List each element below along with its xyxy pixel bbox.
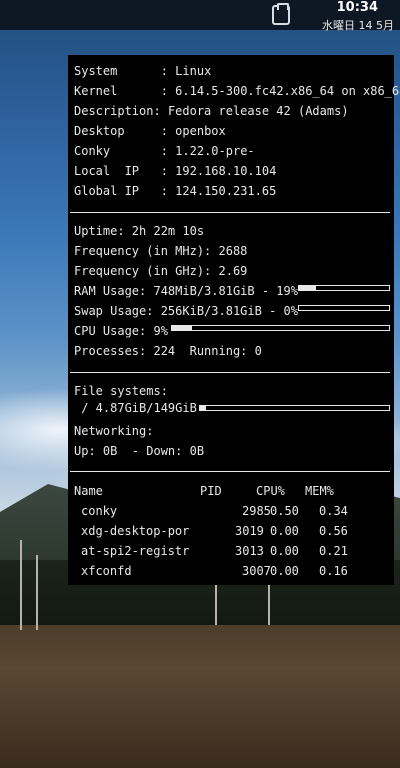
divider	[70, 471, 390, 472]
table-row: xfconfd 3007 0.00 0.16	[74, 561, 374, 581]
description-row: Description: Fedora release 42 (Adams)	[74, 104, 349, 118]
table-row: at-spi2-registr 3013 0.00 0.21	[74, 541, 374, 561]
process-name: xfconfd	[81, 564, 132, 578]
process-pid: 3007	[242, 564, 271, 578]
col-pid-header: PID	[200, 484, 222, 498]
cpu-usage-bar-fill	[172, 326, 192, 330]
process-cpu: 0.00	[270, 564, 299, 578]
global-ip-row: Global IP : 124.150.231.65	[74, 184, 277, 198]
ram-usage-row: RAM Usage: 748MiB/3.81GiB - 19%	[74, 284, 298, 298]
top-panel: 10:34 水曜日 14 5月	[0, 0, 400, 33]
cpu-usage-bar	[171, 325, 390, 331]
process-cpu: 0.50	[270, 504, 299, 518]
frequency-ghz-row: Frequency (in GHz): 2.69	[74, 264, 248, 278]
col-mem-header: MEM%	[305, 484, 334, 498]
process-table-header: Name PID CPU% MEM%	[74, 481, 374, 501]
process-pid: 3019	[235, 524, 264, 538]
processes-row: Processes: 224 Running: 0	[74, 344, 262, 358]
root-fs-bar-fill	[200, 406, 206, 410]
swap-usage-row: Swap Usage: 256KiB/3.81GiB - 0%	[74, 304, 298, 318]
process-name: conky	[81, 504, 118, 518]
process-mem: 0.21	[319, 544, 348, 558]
networking-label: Networking:	[74, 424, 154, 438]
network-traffic-row: Up: 0B - Down: 0B	[74, 444, 205, 458]
process-mem: 0.16	[319, 564, 348, 578]
ram-usage-bar	[298, 285, 390, 291]
frequency-mhz-row: Frequency (in MHz): 2688	[74, 244, 248, 258]
swap-usage-bar	[298, 305, 390, 311]
system-row: System : Linux	[74, 64, 212, 78]
process-cpu: 0.00	[270, 544, 299, 558]
conky-version-row: Conky : 1.22.0-pre-	[74, 144, 255, 158]
local-ip-row: Local IP : 192.168.10.104	[74, 164, 277, 178]
conky-widget: System : Linux Kernel : 6.14.5-300.fc42.…	[68, 55, 400, 585]
wallpaper-tree	[36, 555, 38, 630]
table-row: xdg-desktop-por 3019 0.00 0.56	[74, 521, 374, 541]
clock-date[interactable]: 水曜日 14 5月	[322, 17, 394, 33]
col-cpu-header: CPU%	[256, 484, 285, 498]
kernel-row: Kernel : 6.14.5-300.fc42.x86_64 on x86_6…	[74, 84, 400, 98]
ram-usage-bar-fill	[299, 286, 317, 290]
desktop-row: Desktop : openbox	[74, 124, 226, 138]
process-mem: 0.56	[319, 524, 348, 538]
root-fs-bar	[199, 405, 390, 411]
process-mem: 0.34	[319, 504, 348, 518]
process-name: xdg-desktop-por	[81, 524, 190, 538]
wallpaper-tree	[20, 540, 22, 630]
cpu-usage-row: CPU Usage: 9%	[74, 324, 168, 338]
process-cpu: 0.00	[270, 524, 299, 538]
root-fs-row: / 4.87GiB/149GiB	[74, 401, 197, 415]
wallpaper-field	[0, 625, 400, 768]
clipboard-icon[interactable]	[272, 3, 290, 25]
uptime-row: Uptime: 2h 22m 10s	[74, 224, 205, 238]
process-pid: 3013	[235, 544, 264, 558]
clock-time[interactable]: 10:34	[337, 0, 378, 15]
process-pid: 2985	[242, 504, 271, 518]
table-row: conky 2985 0.50 0.34	[74, 501, 374, 521]
process-name: at-spi2-registr	[81, 544, 190, 558]
divider	[70, 372, 390, 373]
col-name-header: Name	[74, 484, 103, 498]
divider	[70, 212, 390, 213]
